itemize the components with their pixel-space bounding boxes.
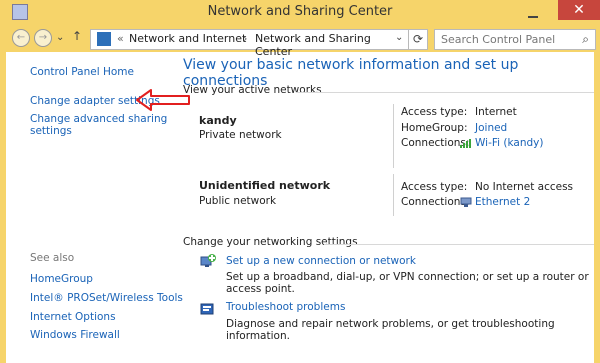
see-also-title: See also xyxy=(30,252,75,264)
up-button[interactable]: ↑ xyxy=(72,29,86,47)
forward-arrow-icon: → xyxy=(38,32,48,43)
new-connection-icon xyxy=(200,254,216,267)
window-frame-right xyxy=(594,0,600,363)
address-bar[interactable]: « Network and Internet › Network and Sha… xyxy=(90,29,412,58)
access-type-value: Internet xyxy=(475,106,517,118)
window-frame-left xyxy=(0,0,6,363)
troubleshoot-icon xyxy=(200,303,214,315)
search-input[interactable]: Search Control Panel xyxy=(441,33,555,46)
wifi-signal-icon xyxy=(460,139,471,148)
control-panel-icon xyxy=(97,32,111,46)
window-title: Network and Sharing Center xyxy=(207,4,393,19)
breadcrumb-overflow[interactable]: « xyxy=(117,32,124,45)
networking-settings-title: Change your networking settings xyxy=(183,236,358,248)
network-details-divider xyxy=(393,174,394,216)
access-type-label: Access type: xyxy=(401,106,468,118)
back-button[interactable]: ← xyxy=(12,29,30,47)
network-type[interactable]: Private network xyxy=(199,129,282,141)
see-also-internet-options-link[interactable]: Internet Options xyxy=(30,311,116,323)
network-details-divider xyxy=(393,104,394,168)
see-also-intel-proset-link[interactable]: Intel® PROSet/Wireless Tools xyxy=(30,292,183,304)
forward-button[interactable]: → xyxy=(34,29,52,47)
breadcrumb-network-and-sharing-center[interactable]: Network and Sharing Center xyxy=(255,32,411,58)
ethernet-icon xyxy=(460,197,472,207)
ethernet-2-link[interactable]: Ethernet 2 xyxy=(475,196,530,208)
breadcrumb-separator: › xyxy=(243,32,248,45)
see-also-windows-firewall-link[interactable]: Windows Firewall xyxy=(30,329,120,341)
minimize-button[interactable] xyxy=(526,6,540,18)
back-arrow-icon: ← xyxy=(16,32,26,43)
homegroup-label: HomeGroup: xyxy=(401,122,468,134)
title-bar: Network and Sharing Center ✕ xyxy=(6,0,600,26)
change-advanced-sharing-settings-link[interactable]: Change advanced sharing settings xyxy=(30,113,170,137)
active-networks-divider xyxy=(296,92,594,93)
address-dropdown-icon[interactable]: ⌄ xyxy=(395,32,403,43)
control-panel-home-link[interactable]: Control Panel Home xyxy=(30,66,134,78)
refresh-icon: ⟳ xyxy=(412,32,424,46)
access-type-value: No Internet access xyxy=(475,181,574,193)
homegroup-joined-link[interactable]: Joined xyxy=(475,122,507,134)
wifi-kandy-link[interactable]: Wi-Fi (kandy) xyxy=(475,137,543,149)
network-name: kandy xyxy=(199,114,237,127)
recent-dropdown-icon[interactable]: ⌄ xyxy=(56,32,66,43)
breadcrumb-network-and-internet[interactable]: Network and Internet xyxy=(129,32,246,45)
active-networks-title: View your active networks xyxy=(183,84,322,96)
setup-new-connection-link[interactable]: Set up a new connection or network xyxy=(226,255,416,267)
up-arrow-icon: ↑ xyxy=(72,29,83,43)
access-type-label: Access type: xyxy=(401,181,468,193)
close-button[interactable]: ✕ xyxy=(558,0,600,20)
search-box[interactable]: Search Control Panel ⌕ xyxy=(434,29,596,50)
see-also-homegroup-link[interactable]: HomeGroup xyxy=(30,273,93,285)
navigation-bar: ← → ⌄ ↑ « Network and Internet › Network… xyxy=(6,26,596,58)
network-type[interactable]: Public network xyxy=(199,195,276,207)
troubleshoot-problems-description: Diagnose and repair network problems, or… xyxy=(226,318,555,342)
network-name: Unidentified network xyxy=(199,179,331,192)
troubleshoot-problems-link[interactable]: Troubleshoot problems xyxy=(226,301,345,313)
search-icon[interactable]: ⌕ xyxy=(582,32,589,47)
setup-new-connection-description: Set up a broadband, dial-up, or VPN conn… xyxy=(226,271,589,295)
networking-settings-divider xyxy=(324,244,594,245)
refresh-button[interactable]: ⟳ xyxy=(408,29,428,50)
